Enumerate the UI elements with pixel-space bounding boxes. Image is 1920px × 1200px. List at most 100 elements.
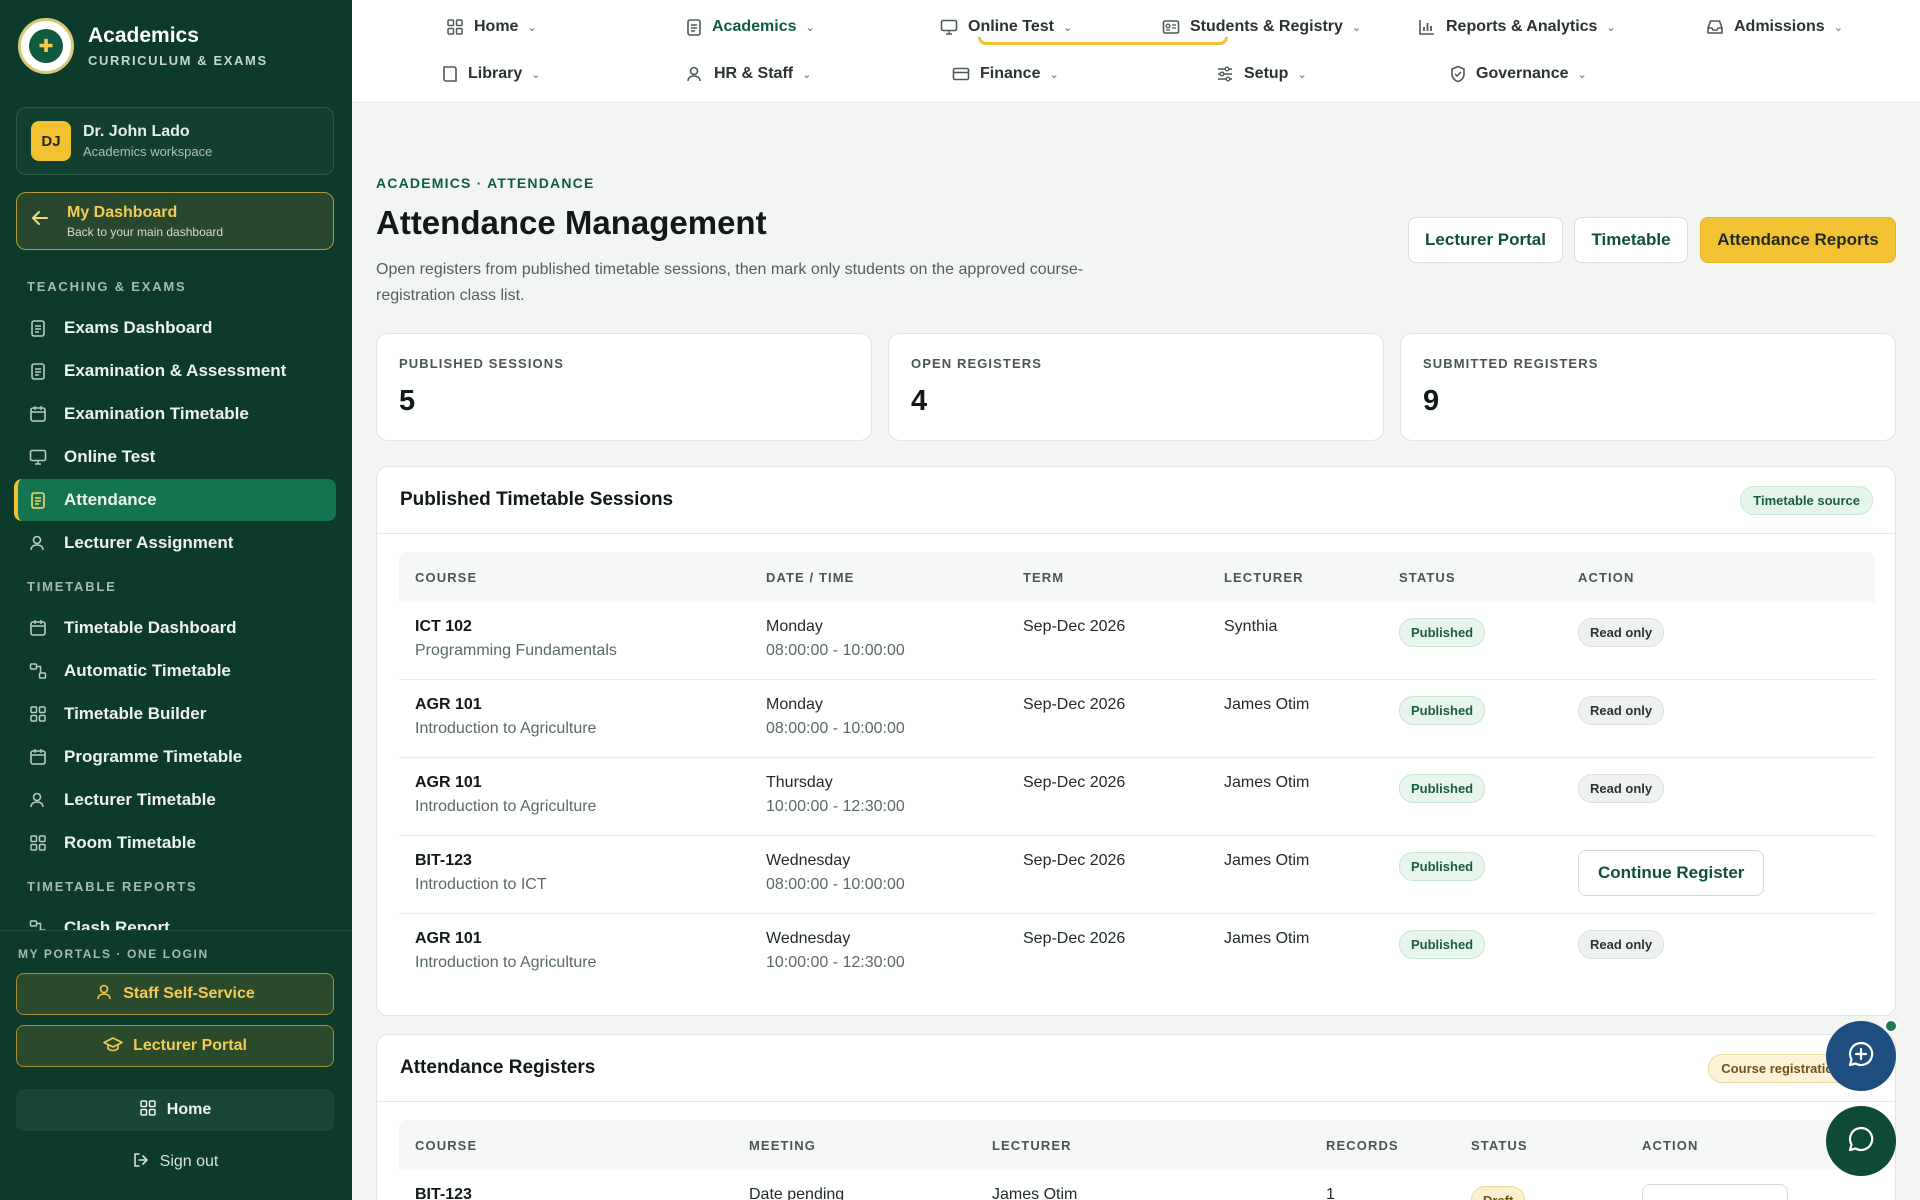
table-header: COURSE DATE / TIME TERM LECTURER STATUS …: [399, 552, 1875, 602]
chevron-down-icon: ⌄: [1297, 68, 1307, 81]
table-row[interactable]: BIT-123 Introduction to ICT Wednesday 08:0…: [399, 836, 1875, 914]
assistant-chat-button[interactable]: [1826, 1021, 1896, 1091]
lecturer: James Otim: [1224, 930, 1310, 947]
status-badge: Published: [1399, 696, 1486, 725]
term: Sep-Dec 2026: [1023, 852, 1126, 869]
sidebar-home-button[interactable]: Home: [16, 1089, 334, 1131]
lecturer-portal-header-button[interactable]: Lecturer Portal: [1408, 217, 1563, 263]
topnav-admissions[interactable]: Admissions ⌄: [1706, 12, 1843, 42]
support-chat-button[interactable]: [1826, 1106, 1896, 1176]
column-header: TERM: [1023, 570, 1065, 585]
sidebar-item-attendance[interactable]: Attendance: [14, 479, 336, 521]
book-icon: [442, 65, 458, 83]
stat-card-published-sessions: PUBLISHED SESSIONS 5: [376, 333, 872, 441]
course-code: BIT-123: [415, 1186, 472, 1200]
sidebar-item-label: Automatic Timetable: [64, 661, 231, 680]
card-icon: [952, 65, 970, 83]
table-row[interactable]: AGR 101 Introduction to Agriculture Wedne…: [399, 914, 1875, 992]
id-card-icon: [1162, 18, 1180, 36]
chat-bubble-icon: [1846, 1124, 1876, 1159]
term: Sep-Dec 2026: [1023, 696, 1126, 713]
sidebar-nav[interactable]: TEACHING & EXAMS Exams Dashboard Examina…: [0, 262, 352, 930]
avatar: DJ: [31, 121, 71, 161]
session-day: Wednesday: [766, 852, 851, 869]
topnav-label: Students & Registry: [1190, 18, 1343, 35]
stat-card-open-registers: OPEN REGISTERS 4: [888, 333, 1384, 441]
table-row[interactable]: ICT 102 Programming Fundamentals Monday 08…: [399, 602, 1875, 680]
course-code: AGR 101: [415, 930, 482, 947]
sidebar-item-programme-timetable[interactable]: Programme Timetable: [14, 736, 336, 778]
page-title: Attendance Management: [376, 204, 767, 241]
lecturer: James Otim: [1224, 852, 1310, 869]
sidebar-item-online-test[interactable]: Online Test: [14, 436, 336, 478]
user-icon: [95, 983, 113, 1006]
sidebar-item-clash-report[interactable]: Clash Report: [14, 907, 336, 930]
staff-self-service-button[interactable]: Staff Self-Service: [16, 973, 334, 1015]
topnav-governance[interactable]: Governance ⌄: [1450, 59, 1587, 89]
sidebar-item-room-timetable[interactable]: Room Timetable: [14, 822, 336, 864]
section-label-timetable: TIMETABLE: [27, 579, 117, 594]
table-row[interactable]: BIT-123 Date pending James Otim 1 Draft: [399, 1170, 1875, 1200]
lecturer: James Otim: [1224, 774, 1310, 791]
brand[interactable]: ✚ Academics CURRICULUM & EXAMS: [18, 18, 268, 74]
topnav-online-test[interactable]: Online Test ⌄: [940, 12, 1072, 42]
attendance-registers-card: Attendance Registers Course registration…: [376, 1034, 1896, 1200]
register-action-button[interactable]: [1642, 1184, 1788, 1200]
status-badge: Published: [1399, 774, 1486, 803]
user-icon: [28, 790, 48, 810]
sidebar-item-label: Exams Dashboard: [64, 318, 213, 337]
portal-label: Staff Self-Service: [123, 985, 255, 1002]
main-content: ACADEMICS · ATTENDANCE Attendance Manage…: [352, 104, 1920, 1200]
user-card[interactable]: DJ Dr. John Lado Academics workspace: [16, 107, 334, 175]
status-badge: Published: [1399, 852, 1486, 881]
sidebar-item-automatic-timetable[interactable]: Automatic Timetable: [14, 650, 336, 692]
topnav-label: HR & Staff: [714, 65, 794, 82]
sidebar-item-timetable-dashboard[interactable]: Timetable Dashboard: [14, 607, 336, 649]
stat-value: 4: [911, 385, 928, 417]
sidebar-item-lecturer-assignment[interactable]: Lecturer Assignment: [14, 522, 336, 564]
sidebar-item-lecturer-timetable[interactable]: Lecturer Timetable: [14, 779, 336, 821]
course-name: Introduction to Agriculture: [415, 720, 597, 737]
topnav-students-registry[interactable]: Students & Registry ⌄: [1162, 12, 1361, 42]
inbox-icon: [1706, 18, 1724, 36]
chevron-down-icon: ⌄: [1062, 21, 1073, 34]
sidebar-item-label: Room Timetable: [64, 833, 196, 852]
session-time: 08:00:00 - 10:00:00: [766, 876, 905, 893]
column-header: ACTION: [1578, 570, 1635, 585]
topnav-home[interactable]: Home ⌄: [446, 12, 537, 42]
sidebar-item-label: Lecturer Assignment: [64, 533, 234, 552]
topnav-academics[interactable]: Academics ⌄: [686, 12, 815, 42]
timetable-button[interactable]: Timetable: [1574, 217, 1688, 263]
topnav-label: Reports & Analytics: [1446, 18, 1598, 35]
sidebar-item-examination-assessment[interactable]: Examination & Assessment: [14, 350, 336, 392]
meeting: Date pending: [749, 1186, 845, 1200]
topnav-reports-analytics[interactable]: Reports & Analytics ⌄: [1418, 12, 1616, 42]
topnav-library[interactable]: Library ⌄: [442, 59, 540, 89]
card-title: Attendance Registers: [400, 1057, 596, 1078]
status-badge: Published: [1399, 618, 1486, 647]
continue-register-button[interactable]: Continue Register: [1578, 850, 1765, 896]
clipboard-icon: [686, 18, 702, 36]
user-name: Dr. John Lado: [83, 123, 190, 140]
chevron-down-icon: ⌄: [1606, 21, 1616, 34]
topnav-finance[interactable]: Finance ⌄: [952, 59, 1059, 89]
table-row[interactable]: AGR 101 Introduction to Agriculture Monda…: [399, 680, 1875, 758]
topnav-setup[interactable]: Setup ⌄: [1216, 59, 1307, 89]
session-time: 08:00:00 - 10:00:00: [766, 642, 905, 659]
my-dashboard-link[interactable]: My Dashboard Back to your main dashboard: [16, 192, 334, 250]
grid-icon: [446, 18, 464, 36]
course-code: ICT 102: [415, 618, 472, 635]
attendance-reports-button[interactable]: Attendance Reports: [1700, 217, 1896, 263]
column-header: COURSE: [415, 1138, 478, 1153]
sidebar-item-examination-timetable[interactable]: Examination Timetable: [14, 393, 336, 435]
read-only-badge: Read only: [1578, 618, 1665, 647]
lecturer-portal-button[interactable]: Lecturer Portal: [16, 1025, 334, 1067]
status-badge: Draft: [1471, 1186, 1526, 1200]
sign-out-button[interactable]: Sign out: [16, 1141, 334, 1183]
sidebar-item-exams-dashboard[interactable]: Exams Dashboard: [14, 307, 336, 349]
sidebar-item-timetable-builder[interactable]: Timetable Builder: [14, 693, 336, 735]
topnav-hr-staff[interactable]: HR & Staff ⌄: [686, 59, 811, 89]
term: Sep-Dec 2026: [1023, 930, 1126, 947]
table-row[interactable]: AGR 101 Introduction to Agriculture Thurs…: [399, 758, 1875, 836]
clipboard-icon: [28, 361, 48, 381]
